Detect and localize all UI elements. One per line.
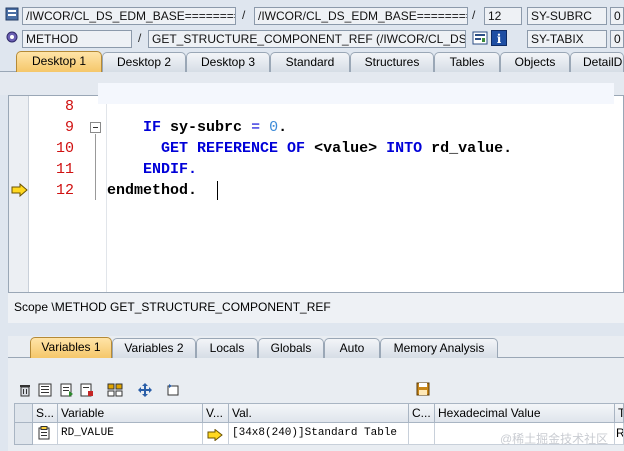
code-token: . (278, 119, 288, 136)
column-header-hex[interactable]: Hexadecimal Value (435, 403, 615, 423)
line-number: 8 (64, 98, 74, 115)
program-field[interactable]: /IWCOR/CL_DS_EDM_BASE========= (22, 7, 236, 25)
code-token: INTO (386, 140, 423, 157)
current-statement-arrow-icon (11, 182, 29, 198)
tab-structures[interactable]: Structures (350, 52, 434, 72)
navigate-arrow-icon[interactable] (207, 427, 223, 444)
line-field[interactable]: 12 (484, 7, 522, 25)
code-token: IF (143, 119, 162, 136)
type-cell: R (615, 423, 624, 445)
line-number: 12 (55, 182, 74, 199)
reference-icon (37, 426, 51, 444)
event-field[interactable]: GET_STRUCTURE_COMPONENT_REF (/IWCOR/CL_D… (148, 30, 466, 48)
code-token: . (188, 182, 198, 199)
grid-corner (14, 403, 33, 423)
code-token: ENDIF (143, 161, 189, 178)
tab-desktop-2[interactable]: Desktop 2 (102, 52, 186, 72)
code-token: GET REFERENCE OF (161, 140, 306, 157)
move-icon[interactable] (136, 381, 154, 399)
code-line-11: ENDIF. (107, 159, 197, 180)
tab-tables[interactable]: Tables (434, 52, 500, 72)
sy-subrc-value[interactable]: 0 (610, 7, 624, 25)
sy-tabix-value[interactable]: 0 (610, 30, 624, 48)
load-variables-icon[interactable] (78, 381, 96, 399)
fold-guide-line (95, 174, 96, 200)
line-number: 11 (55, 161, 74, 178)
delete-icon[interactable] (16, 381, 34, 399)
code-token: = (251, 119, 261, 136)
line-number: 10 (55, 140, 74, 157)
column-header-c[interactable]: C... (409, 403, 435, 423)
watermark: @稀土掘金技术社区 (500, 432, 609, 446)
column-header-change[interactable]: V... (203, 403, 229, 423)
column-header-value[interactable]: Val. (229, 403, 409, 423)
tab-objects[interactable]: Objects (500, 52, 570, 72)
code-token: rd_value (431, 140, 504, 157)
code-token: <value> (314, 140, 378, 157)
sy-subrc-field[interactable]: SY-SUBRC (527, 7, 607, 25)
sy-tabix-field[interactable]: SY-TABIX (527, 30, 607, 48)
tab-globals[interactable]: Globals (258, 338, 324, 358)
column-header-status[interactable]: S... (33, 403, 58, 423)
code-token: endmethod (107, 182, 189, 199)
separator-1: / (242, 8, 246, 22)
tab-locals[interactable]: Locals (196, 338, 258, 358)
separator-2: / (472, 8, 476, 22)
method-icon (4, 29, 20, 45)
column-header-type[interactable]: T (615, 403, 624, 423)
code-token: . (503, 140, 513, 157)
variable-name-cell[interactable]: RD_VALUE (58, 423, 203, 445)
info-icon[interactable]: i (491, 30, 507, 46)
column-header-variable[interactable]: Variable (58, 403, 203, 423)
text-cursor (217, 181, 218, 200)
type-field[interactable]: METHOD (22, 30, 132, 48)
new-tool-icon[interactable] (164, 381, 182, 399)
tab-desktop-1[interactable]: Desktop 1 (16, 51, 102, 72)
display-object-icon[interactable] (472, 30, 488, 46)
tab-variables-2[interactable]: Variables 2 (112, 338, 196, 358)
scope-label: Scope \METHOD GET_STRUCTURE_COMPONENT_RE… (8, 293, 624, 323)
save-variables-icon[interactable] (58, 381, 76, 399)
include-field[interactable]: /IWCOR/CL_DS_EDM_BASE========= (254, 7, 468, 25)
c-cell (409, 423, 435, 445)
tab-standard[interactable]: Standard (270, 52, 350, 72)
code-token: sy-subrc (170, 119, 243, 136)
delete-all-icon[interactable] (36, 381, 54, 399)
change-cell[interactable] (203, 423, 229, 445)
fold-toggle-icon[interactable] (90, 122, 101, 133)
current-line-highlight (98, 83, 614, 104)
tab-auto[interactable]: Auto (324, 338, 380, 358)
code-line-9: IF sy-subrc = 0. (107, 117, 287, 138)
code-line-12: endmethod. (107, 180, 197, 201)
insert-rows-icon[interactable] (106, 381, 124, 399)
svg-text:i: i (497, 32, 502, 46)
line-number: 9 (64, 119, 74, 136)
tab-memory-analysis[interactable]: Memory Analysis (380, 338, 498, 358)
tab-detaildisplay[interactable]: DetailDi (570, 52, 624, 72)
code-line-10: GET REFERENCE OF <value> INTO rd_value. (107, 138, 512, 159)
table-row-status-cell (33, 423, 58, 445)
value-cell[interactable]: [34x8(240)]Standard Table (229, 423, 409, 445)
program-icon (4, 6, 20, 22)
row-selector[interactable] (14, 423, 33, 445)
save-layout-icon[interactable] (414, 380, 432, 398)
separator-3: / (138, 31, 142, 45)
tab-desktop-3[interactable]: Desktop 3 (186, 52, 270, 72)
tab-variables-1[interactable]: Variables 1 (30, 337, 112, 358)
code-token: . (188, 161, 198, 178)
fold-guide-line (95, 134, 96, 174)
code-token: 0 (269, 119, 279, 136)
